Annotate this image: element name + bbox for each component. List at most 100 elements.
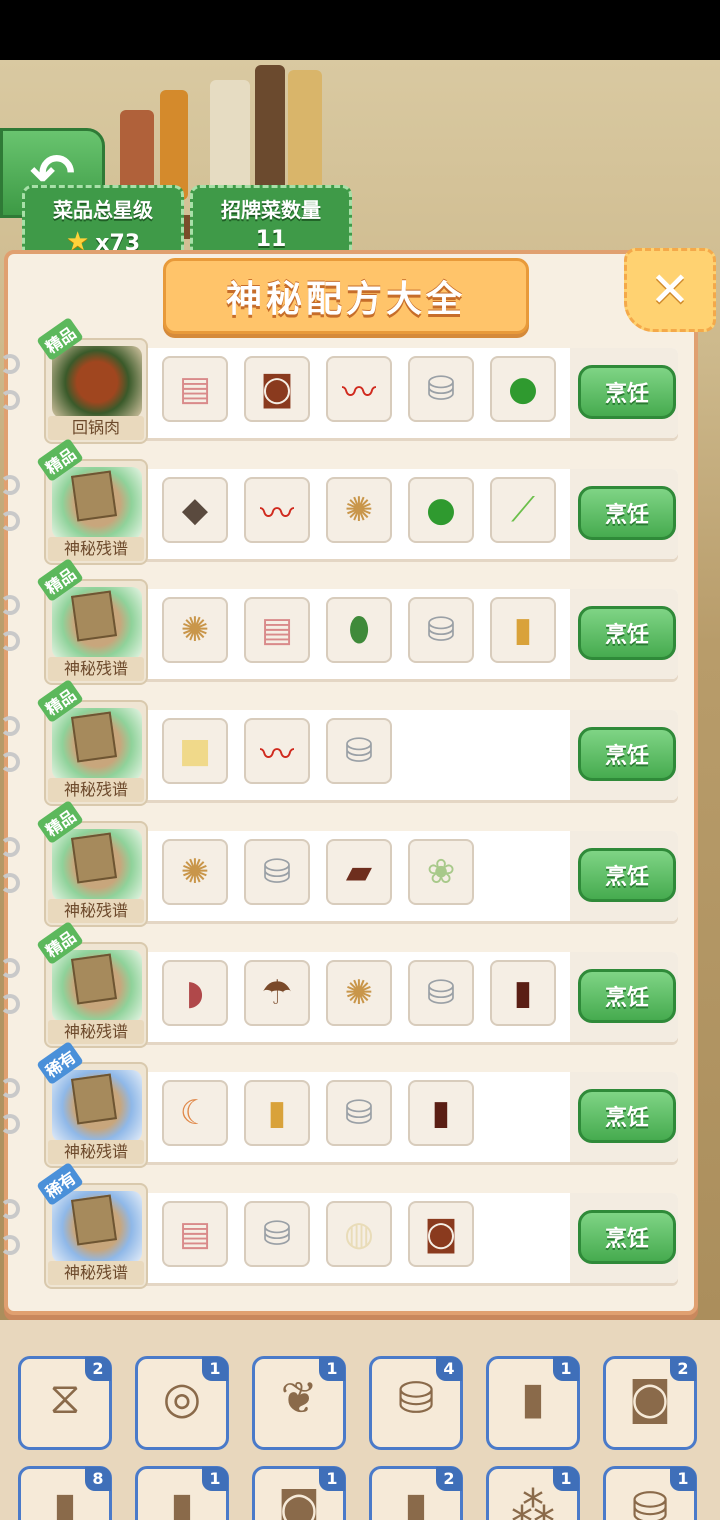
item-count-badge: 1 xyxy=(670,1467,696,1491)
cooking-wine-bottle-icon: ▮ xyxy=(244,1080,310,1146)
binder-ring xyxy=(0,994,20,1014)
inventory-slot[interactable]: ◙ 2 xyxy=(603,1356,697,1450)
salt-shaker-icon: ⛁ xyxy=(408,597,474,663)
item-count-badge: 2 xyxy=(670,1357,696,1381)
inventory-slot[interactable]: ▮ 1 xyxy=(486,1356,580,1450)
recipe-row: 精品 回锅肉 ▤ ◙ 〰 ⛁ ● 烹饪 xyxy=(36,316,680,444)
panel-title: 神秘配方大全 xyxy=(225,279,466,320)
inventory-slot[interactable]: ⁂ 1 xyxy=(486,1466,580,1520)
binder-ring xyxy=(0,1078,20,1098)
cook-button[interactable]: 烹饪 xyxy=(578,486,676,540)
recipe-name: 神秘残谱 xyxy=(48,1261,144,1285)
bun-dough-icon: ◍ xyxy=(326,1201,392,1267)
cauliflower-icon: ❀ xyxy=(408,839,474,905)
inventory-slot[interactable]: ❦ 1 xyxy=(252,1356,346,1450)
mystery-recipe-card[interactable]: 稀有 神秘残谱 xyxy=(36,1161,148,1289)
fish-icon: ◆ xyxy=(162,477,228,543)
inventory-slot[interactable]: ⛁ 1 xyxy=(603,1466,697,1520)
recipe-row: 稀有 神秘残谱 ☾ ▮ ⛁ ▮ 烹饪 xyxy=(36,1040,680,1168)
mystery-recipe-card[interactable]: 精品 神秘残谱 xyxy=(36,437,148,565)
item-count-badge: 1 xyxy=(202,1467,228,1491)
inventory-slot[interactable]: ⛁ 4 xyxy=(369,1356,463,1450)
inventory-slot[interactable]: ◎ 1 xyxy=(135,1356,229,1450)
tofu-icon: ■ xyxy=(162,718,228,784)
game-screen: ↶ 菜品总星级 ★ x73 招牌菜数量 11 神秘配方大全 ✕ 精品 回锅肉 ▤ ◙ 〰 ⛁… xyxy=(0,0,720,1520)
green-pepper-icon: ● xyxy=(408,477,474,543)
cook-button[interactable]: 烹饪 xyxy=(578,727,676,781)
scroll-icon xyxy=(70,470,118,522)
green-pepper-icon: ● xyxy=(490,356,556,422)
binder-ring xyxy=(0,1114,20,1134)
cooking-wine-bottle-icon: ▮ xyxy=(490,597,556,663)
close-button[interactable]: ✕ xyxy=(624,248,716,332)
inventory-slot[interactable]: ⧖ 2 xyxy=(18,1356,112,1450)
inventory-slot[interactable]: ▮ 8 xyxy=(18,1466,112,1520)
binder-ring xyxy=(0,354,20,374)
salt-shaker-icon: ⛁ xyxy=(244,1201,310,1267)
bean-paste-jar-icon: ◙ xyxy=(408,1201,474,1267)
item-count-badge: 1 xyxy=(319,1467,345,1491)
binder-ring xyxy=(0,475,20,495)
ginger-icon: ✺ xyxy=(326,960,392,1026)
recipe-row: 精品 神秘残谱 ◆ 〰 ✺ ● ⟋ 烹饪 xyxy=(36,437,680,565)
mystery-recipe-card[interactable]: 稀有 神秘残谱 xyxy=(36,1040,148,1168)
jar-decoration xyxy=(255,65,285,200)
cook-button[interactable]: 烹饪 xyxy=(578,606,676,660)
binder-ring xyxy=(0,595,20,615)
status-bar xyxy=(0,0,720,60)
close-icon: ✕ xyxy=(649,262,691,318)
scroll-icon xyxy=(70,953,118,1005)
inventory-slot[interactable]: ◙ 1 xyxy=(252,1466,346,1520)
recipe-row: 精品 神秘残谱 ✺ ⛁ ▰ ❀ 烹饪 xyxy=(36,799,680,927)
item-count-badge: 2 xyxy=(85,1357,111,1381)
binder-ring xyxy=(0,873,20,893)
inventory-slot[interactable]: ▮ 2 xyxy=(369,1466,463,1520)
mystery-recipe-card[interactable]: 精品 神秘残谱 xyxy=(36,678,148,806)
recipe-name: 回锅肉 xyxy=(48,416,144,440)
scroll-icon xyxy=(70,832,118,884)
ginger-icon: ✺ xyxy=(162,839,228,905)
mystery-recipe-card[interactable]: 精品 神秘残谱 xyxy=(36,799,148,927)
cook-button[interactable]: 烹饪 xyxy=(578,1210,676,1264)
item-count-badge: 1 xyxy=(319,1357,345,1381)
binder-ring xyxy=(0,1235,20,1255)
item-count-badge: 2 xyxy=(436,1467,462,1491)
soy-sauce-bottle-icon: ▮ xyxy=(408,1080,474,1146)
dish-card[interactable]: 精品 回锅肉 xyxy=(36,316,148,444)
soy-sauce-bottle-icon: ▮ xyxy=(490,960,556,1026)
salt-shaker-icon: ⛁ xyxy=(408,960,474,1026)
dish-image xyxy=(52,346,142,418)
binder-ring xyxy=(0,958,20,978)
cook-button[interactable]: 烹饪 xyxy=(578,969,676,1023)
salt-shaker-icon: ⛁ xyxy=(408,356,474,422)
recipe-name: 神秘残谱 xyxy=(48,1140,144,1164)
ginger-icon: ✺ xyxy=(162,597,228,663)
mushroom-icon: ☂ xyxy=(244,960,310,1026)
red-chili-icon: 〰 xyxy=(244,718,310,784)
signature-dish-label: 招牌菜数量 xyxy=(221,198,321,222)
mystery-recipe-card[interactable]: 精品 神秘残谱 xyxy=(36,920,148,1048)
recipe-name: 神秘残谱 xyxy=(48,899,144,923)
ginger-icon: ✺ xyxy=(326,477,392,543)
recipe-name: 神秘残谱 xyxy=(48,537,144,561)
inventory-slot[interactable]: ▮ 1 xyxy=(135,1466,229,1520)
scroll-icon xyxy=(70,590,118,642)
item-count-badge: 8 xyxy=(85,1467,111,1491)
recipe-row: 精品 神秘残谱 ■ 〰 ⛁ 烹饪 xyxy=(36,678,680,806)
item-count-badge: 1 xyxy=(202,1357,228,1381)
cook-button[interactable]: 烹饪 xyxy=(578,1089,676,1143)
binder-ring xyxy=(0,390,20,410)
binder-ring xyxy=(0,631,20,651)
mystery-recipe-card[interactable]: 精品 神秘残谱 xyxy=(36,557,148,685)
pork-belly-icon: ▤ xyxy=(244,597,310,663)
panel-title-banner: 神秘配方大全 xyxy=(163,258,529,334)
binder-ring xyxy=(0,752,20,772)
recipe-row: 稀有 神秘残谱 ▤ ⛁ ◍ ◙ 烹饪 xyxy=(36,1161,680,1289)
binder-ring xyxy=(0,716,20,736)
red-chili-icon: 〰 xyxy=(326,356,392,422)
cook-button[interactable]: 烹饪 xyxy=(578,365,676,419)
cook-button[interactable]: 烹饪 xyxy=(578,848,676,902)
cucumber-icon: ⬮ xyxy=(326,597,392,663)
jar-decoration xyxy=(288,70,322,200)
recipe-row: 精品 神秘残谱 ✺ ▤ ⬮ ⛁ ▮ 烹饪 xyxy=(36,557,680,685)
